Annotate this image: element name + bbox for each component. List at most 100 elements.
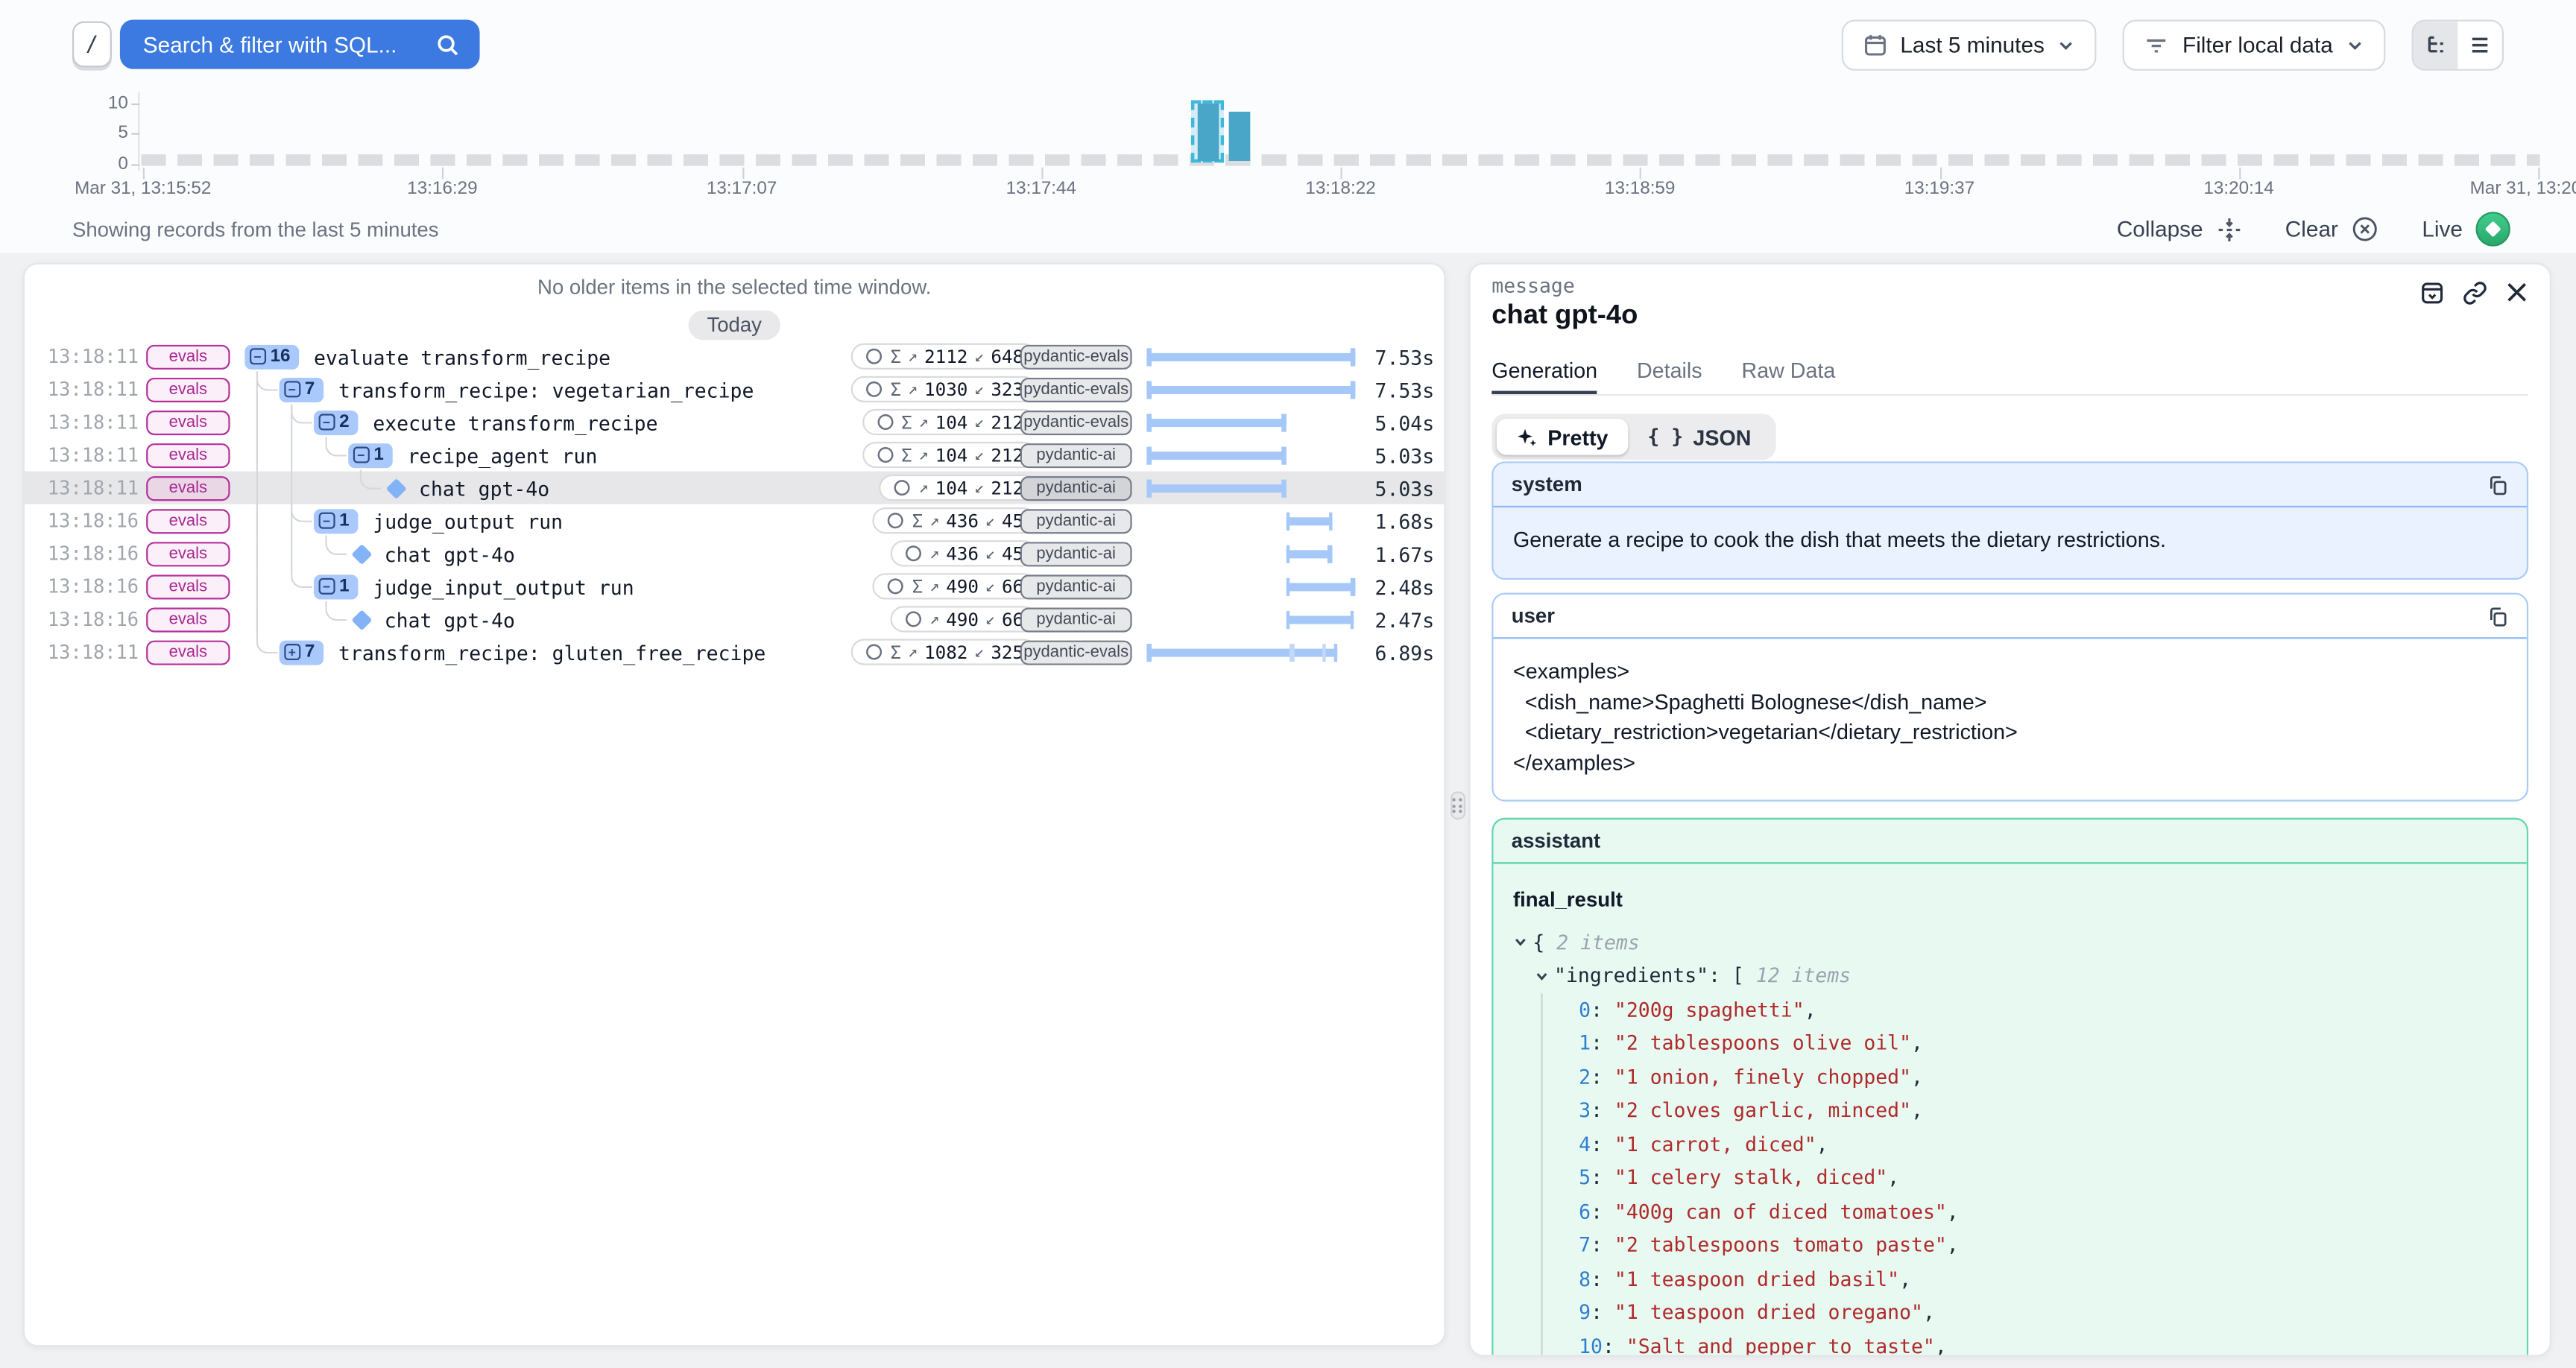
tokens-in-arrow-icon: ↗ bbox=[918, 446, 928, 463]
trace-row[interactable]: 13:18:11 evals ↗104 ↙212 pydantic-ai 5.0… bbox=[25, 472, 1444, 504]
span-name-label: judge_output run bbox=[373, 510, 563, 533]
json-label: JSON bbox=[1693, 425, 1751, 449]
span-name-label: chat gpt-4o bbox=[385, 609, 515, 632]
user-message-line: </examples> bbox=[1513, 748, 2507, 779]
tree-view-button[interactable] bbox=[2414, 22, 2458, 69]
time-range-label: Last 5 minutes bbox=[1900, 33, 2045, 57]
row-token-badge: Σ ↗1082 ↙325 bbox=[851, 639, 1037, 665]
final-result-label: final_result bbox=[1513, 885, 2507, 916]
row-duration: 7.53s bbox=[1375, 346, 1435, 369]
clear-label: Clear bbox=[2285, 217, 2338, 241]
tokens-in-arrow-icon: ↗ bbox=[929, 545, 939, 563]
json-toggle-button[interactable]: { } JSON bbox=[1628, 419, 1771, 455]
expand-node-button[interactable]: +7 bbox=[280, 639, 323, 664]
tokens-out-arrow-icon: ↙ bbox=[974, 347, 984, 365]
app-window: / Search & filter with SQL... Last 5 min… bbox=[0, 0, 2576, 1368]
span-duration-bar bbox=[1286, 583, 1354, 590]
tokens-out-arrow-icon: ↙ bbox=[974, 413, 984, 431]
trace-row[interactable]: 13:18:11 evals Σ ↗104 ↙212 pydantic-ai 5… bbox=[25, 438, 1444, 471]
tree-connector-elbow bbox=[325, 536, 347, 554]
json-array-item: 4: "1 carrot, diced", bbox=[1579, 1127, 2507, 1161]
timeline-chart[interactable]: 1050 Mar 31, 13:15:5213:16:2913:17:0713:… bbox=[0, 86, 2576, 200]
x-axis-tick-label: Mar 31, 13:15:52 bbox=[75, 179, 211, 198]
collapse-node-button[interactable]: −1 bbox=[314, 508, 358, 533]
row-package-badge: pydantic-ai bbox=[1020, 508, 1132, 533]
cost-coin-icon bbox=[864, 642, 883, 662]
sparkles-icon bbox=[1516, 426, 1538, 448]
today-pill[interactable]: Today bbox=[689, 311, 780, 341]
trace-row[interactable]: 13:18:11 evals Σ ↗2112 ↙648 pydantic-eva… bbox=[25, 340, 1444, 373]
json-ingredient-items: 0: "200g spaghetti",1: "2 tablespoons ol… bbox=[1513, 992, 2507, 1356]
json-ingredients-line[interactable]: "ingredients": [ 12 items bbox=[1513, 959, 2507, 992]
x-axis-tick bbox=[1939, 168, 1941, 179]
timeline-baseline bbox=[142, 154, 2540, 165]
system-message-card: system Generate a recipe to cook the dis… bbox=[1491, 461, 2528, 579]
tree-connector-line bbox=[256, 570, 258, 603]
panel-resize-handle[interactable] bbox=[1450, 791, 1465, 819]
descendant-count: 1 bbox=[373, 445, 384, 464]
trace-row[interactable]: 13:18:11 evals Σ ↗1082 ↙325 pydantic-eva… bbox=[25, 636, 1444, 668]
tab-generation[interactable]: Generation bbox=[1491, 358, 1597, 393]
minus-square-icon: − bbox=[250, 349, 265, 364]
row-duration: 1.67s bbox=[1375, 542, 1435, 566]
copy-icon[interactable] bbox=[2487, 605, 2509, 627]
tree-connector-elbow bbox=[256, 634, 278, 653]
row-duration: 5.04s bbox=[1375, 411, 1435, 434]
tree-connector-elbow bbox=[325, 601, 347, 620]
sigma-total-icon: Σ bbox=[890, 346, 901, 367]
collapse-node-button[interactable]: −1 bbox=[348, 443, 392, 467]
row-duration: 2.48s bbox=[1375, 576, 1435, 599]
user-message-line: <dietary_restriction>vegetarian</dietary… bbox=[1513, 718, 2507, 748]
x-axis-tick bbox=[742, 168, 743, 179]
collapse-button[interactable]: Collapse bbox=[2117, 216, 2243, 242]
row-tag-badge: evals bbox=[146, 377, 230, 402]
tab-details[interactable]: Details bbox=[1637, 358, 1702, 393]
dock-panel-icon[interactable] bbox=[2420, 281, 2445, 305]
tree-view-icon bbox=[2425, 34, 2446, 56]
collapse-node-button[interactable]: −7 bbox=[280, 377, 323, 402]
json-root-line[interactable]: { 2 items bbox=[1513, 925, 2507, 959]
span-name-label: transform_recipe: gluten_free_recipe bbox=[338, 642, 765, 665]
search-button[interactable]: Search & filter with SQL... bbox=[120, 19, 480, 69]
assistant-role-label: assistant bbox=[1512, 829, 1600, 852]
pretty-toggle-button[interactable]: Pretty bbox=[1497, 419, 1628, 455]
trace-row[interactable]: 13:18:11 evals Σ ↗104 ↙212 pydantic-eval… bbox=[25, 405, 1444, 438]
x-axis-tick-label: 13:16:29 bbox=[407, 179, 477, 198]
trace-row[interactable]: 13:18:16 evals Σ ↗436 ↙45 pydantic-ai 1.… bbox=[25, 504, 1444, 537]
json-array-item: 3: "2 cloves garlic, minced", bbox=[1579, 1094, 2507, 1127]
collapse-node-button[interactable]: −16 bbox=[244, 344, 298, 369]
cost-coin-icon bbox=[886, 510, 905, 530]
trace-row[interactable]: 13:18:11 evals Σ ↗1030 ↙323 pydantic-eva… bbox=[25, 373, 1444, 405]
tokens-out-arrow-icon: ↙ bbox=[974, 643, 984, 661]
tree-connector-line bbox=[256, 405, 258, 438]
collapse-node-button[interactable]: −2 bbox=[314, 410, 358, 434]
tree-connector-elbow bbox=[291, 502, 312, 521]
braces-icon: { } bbox=[1647, 425, 1683, 449]
json-array-item: 1: "2 tablespoons olive oil", bbox=[1579, 1027, 2507, 1060]
span-name-label: evaluate transform_recipe bbox=[314, 346, 610, 369]
live-toggle[interactable]: Live bbox=[2422, 212, 2510, 246]
trace-row[interactable]: 13:18:16 evals Σ ↗490 ↙66 pydantic-ai 2.… bbox=[25, 570, 1444, 603]
span-name-label: chat gpt-4o bbox=[419, 477, 549, 500]
link-icon[interactable] bbox=[2463, 281, 2487, 305]
list-view-button[interactable] bbox=[2457, 22, 2502, 69]
copy-icon[interactable] bbox=[2487, 474, 2509, 495]
collapse-node-button[interactable]: −1 bbox=[314, 574, 358, 598]
close-icon[interactable] bbox=[2505, 281, 2528, 305]
tokens-out-arrow-icon: ↙ bbox=[985, 512, 995, 530]
leaf-diamond-icon bbox=[352, 609, 371, 629]
trace-row[interactable]: 13:18:16 evals ↗490 ↙66 pydantic-ai 2.47… bbox=[25, 603, 1444, 636]
detail-tabs: Generation Details Raw Data bbox=[1491, 358, 2528, 396]
y-axis-tick bbox=[131, 133, 139, 135]
time-range-dropdown[interactable]: Last 5 minutes bbox=[1841, 19, 2097, 70]
row-tag-badge: evals bbox=[146, 574, 230, 598]
tokens-out-arrow-icon: ↙ bbox=[974, 380, 984, 398]
tab-raw-data[interactable]: Raw Data bbox=[1741, 358, 1835, 393]
chart-bar[interactable] bbox=[1197, 103, 1219, 160]
trace-row[interactable]: 13:18:16 evals ↗436 ↙45 pydantic-ai 1.67… bbox=[25, 537, 1444, 570]
tree-connector-line bbox=[256, 504, 258, 537]
clear-button[interactable]: Clear bbox=[2285, 215, 2379, 243]
row-duration-bar-track bbox=[1146, 636, 1355, 668]
filter-local-data-dropdown[interactable]: Filter local data bbox=[2124, 19, 2386, 70]
chart-bar[interactable] bbox=[1229, 111, 1251, 160]
